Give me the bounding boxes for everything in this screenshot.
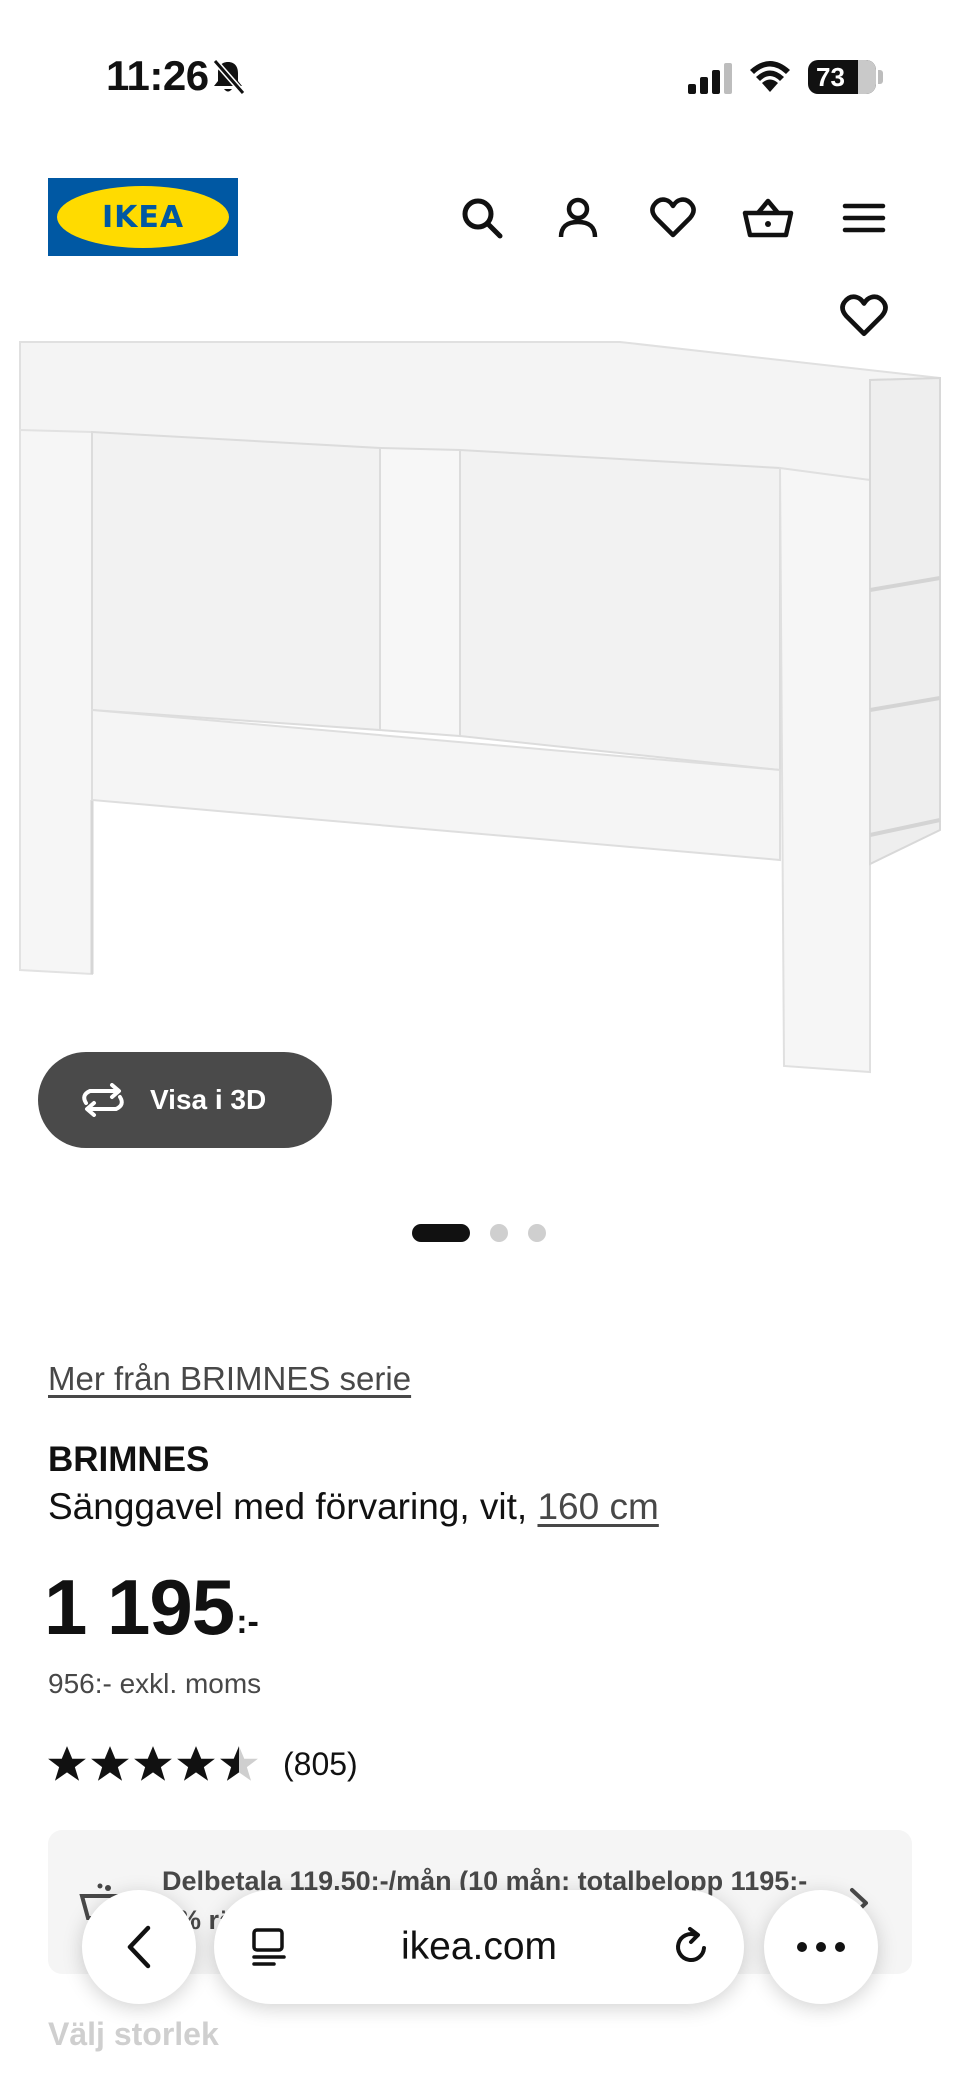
view-in-3d-button[interactable]: Visa i 3D xyxy=(38,1052,332,1148)
browser-toolbar: ikea.com xyxy=(0,1880,960,2020)
back-button[interactable] xyxy=(82,1890,196,2004)
star-full-icon xyxy=(91,1746,129,1781)
rating-count: (805) xyxy=(283,1745,358,1782)
wifi-icon xyxy=(750,61,790,92)
product-description-text: Sänggavel med förvaring, vit, xyxy=(48,1486,538,1527)
battery-level: 73 xyxy=(816,61,845,92)
ellipsis-icon xyxy=(797,1942,845,1952)
battery-tip xyxy=(878,70,883,84)
chevron-left-icon xyxy=(127,1925,151,1969)
carousel-indicator xyxy=(0,1222,960,1246)
carousel-dot[interactable] xyxy=(528,1224,546,1242)
star-full-icon xyxy=(48,1746,86,1781)
signal-icon xyxy=(688,63,732,94)
choose-size-heading: Välj storlek xyxy=(48,2016,219,2052)
star-full-icon xyxy=(134,1746,172,1781)
site-header: IKEA xyxy=(0,150,960,280)
price-excluding-vat: 956:- exkl. moms xyxy=(48,1668,262,1699)
logo-text: IKEA xyxy=(101,199,185,235)
product-name: BRIMNES xyxy=(48,1440,210,1479)
search-icon[interactable] xyxy=(454,190,510,246)
account-icon[interactable] xyxy=(550,190,606,246)
status-bar: 11:26 73 xyxy=(0,0,960,150)
star-full-icon xyxy=(177,1746,215,1781)
product-rating[interactable]: (805) xyxy=(46,1742,358,1786)
series-link[interactable]: Mer från BRIMNES serie xyxy=(48,1360,411,1398)
address-bar[interactable]: ikea.com xyxy=(214,1890,744,2004)
view-in-3d-label: Visa i 3D xyxy=(150,1084,267,1115)
product-image[interactable] xyxy=(0,280,960,1180)
price-currency-suffix: :- xyxy=(236,1603,259,1641)
carousel-dot[interactable] xyxy=(490,1224,508,1242)
headboard-illustration xyxy=(19,341,941,1074)
ikea-logo[interactable]: IKEA xyxy=(48,178,238,256)
menu-icon[interactable] xyxy=(836,190,892,246)
size-link[interactable]: 160 cm xyxy=(537,1486,658,1527)
url-text: ikea.com xyxy=(400,1925,558,1968)
status-time: 11:26 xyxy=(106,52,209,99)
carousel-dot-active[interactable] xyxy=(412,1224,470,1242)
add-to-favorites-icon[interactable] xyxy=(838,292,890,344)
price-amount: 1 195 xyxy=(44,1563,235,1651)
product-price: 1 195 :- xyxy=(44,1568,259,1646)
more-options-button[interactable] xyxy=(764,1890,878,2004)
favorites-icon[interactable] xyxy=(645,190,701,246)
rotate-3d-icon xyxy=(82,1083,124,1117)
cart-icon[interactable] xyxy=(740,190,796,246)
battery-indicator: 73 xyxy=(808,60,876,94)
bell-muted-icon xyxy=(212,59,246,95)
reload-icon[interactable] xyxy=(668,1924,714,1970)
star-half-icon xyxy=(220,1746,258,1781)
product-description: Sänggavel med förvaring, vit, 160 cm xyxy=(48,1486,659,1528)
